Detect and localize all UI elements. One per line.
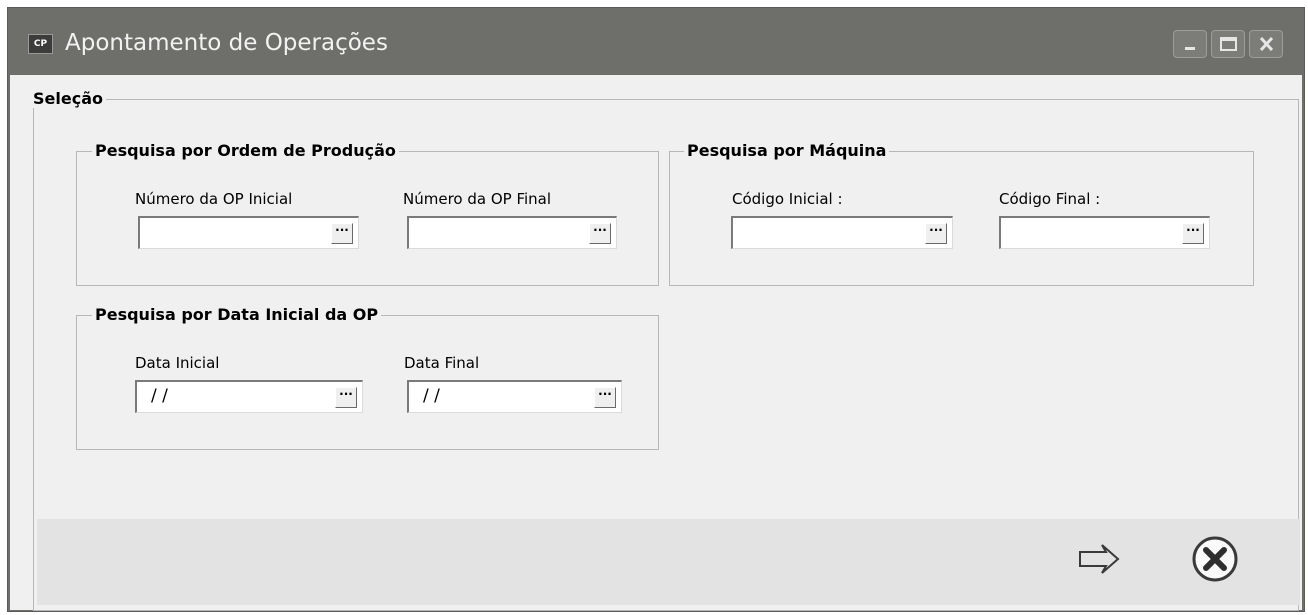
op-initial-field[interactable]: ··· <box>138 216 359 249</box>
minimize-button[interactable] <box>1173 30 1207 58</box>
close-circle-icon <box>1192 536 1238 582</box>
window-client-area: Seleção Pesquisa por Ordem de Produção N… <box>10 75 1302 611</box>
maximize-button[interactable] <box>1211 30 1245 58</box>
date-initial-label: Data Inicial <box>135 354 220 372</box>
machine-search-label: Pesquisa por Máquina <box>684 142 890 160</box>
machine-initial-field[interactable]: ··· <box>731 216 953 249</box>
arrow-right-icon <box>1079 544 1120 574</box>
selecao-label: Seleção <box>30 90 106 108</box>
confirm-button[interactable] <box>1074 539 1124 579</box>
date-final-field[interactable]: / / ··· <box>407 380 622 413</box>
cancel-button[interactable] <box>1190 534 1240 584</box>
op-search-label: Pesquisa por Ordem de Produção <box>92 142 399 160</box>
op-initial-label: Número da OP Inicial <box>135 190 293 208</box>
window-title: Apontamento de Operações <box>65 30 388 56</box>
op-initial-lookup-button[interactable]: ··· <box>331 223 353 244</box>
date-final-value: / / <box>423 386 440 406</box>
op-search-group: Pesquisa por Ordem de Produção Número da… <box>76 142 659 286</box>
op-final-label: Número da OP Final <box>403 190 552 208</box>
app-window: CP Apontamento de Operações Seleção Pesq… <box>7 7 1305 612</box>
machine-initial-lookup-button[interactable]: ··· <box>925 223 947 244</box>
op-final-lookup-button[interactable]: ··· <box>589 223 611 244</box>
machine-initial-label: Código Inicial : <box>732 190 843 208</box>
date-initial-calendar-button[interactable]: ··· <box>335 387 357 408</box>
action-bar <box>37 519 1300 605</box>
close-window-button[interactable] <box>1249 30 1283 58</box>
minimize-icon <box>1185 47 1195 50</box>
op-final-field[interactable]: ··· <box>407 216 617 249</box>
close-icon <box>1259 37 1274 51</box>
machine-search-group: Pesquisa por Máquina Código Inicial : ··… <box>669 142 1254 286</box>
title-bar[interactable]: CP Apontamento de Operações <box>8 8 1304 75</box>
date-final-calendar-button[interactable]: ··· <box>594 387 616 408</box>
date-initial-field[interactable]: / / ··· <box>135 380 363 413</box>
app-cp-icon: CP <box>28 34 53 54</box>
date-final-label: Data Final <box>404 354 480 372</box>
machine-final-lookup-button[interactable]: ··· <box>1182 223 1204 244</box>
maximize-icon <box>1220 37 1237 51</box>
date-search-label: Pesquisa por Data Inicial da OP <box>92 306 382 324</box>
date-search-group: Pesquisa por Data Inicial da OP Data Ini… <box>76 306 659 450</box>
date-initial-value: / / <box>151 386 168 406</box>
machine-final-field[interactable]: ··· <box>999 216 1210 249</box>
machine-final-label: Código Final : <box>999 190 1101 208</box>
